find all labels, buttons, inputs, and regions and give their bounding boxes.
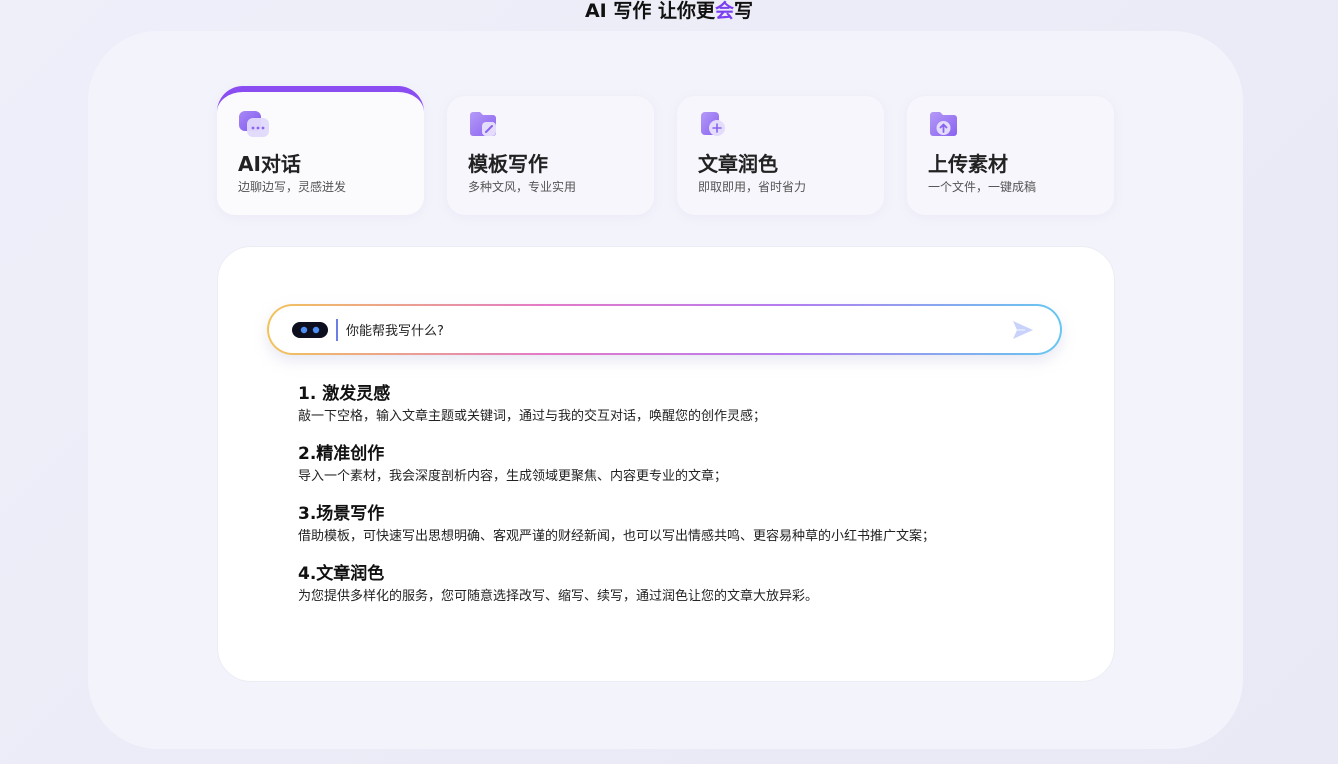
guide-item-title: 4.文章润色 — [298, 564, 385, 584]
page-title-end: 写 — [734, 0, 754, 22]
page-title-main: AI 写作 让你更 — [584, 0, 715, 22]
mode-card-polish[interactable]: 文章润色 即取即用，省时省力 — [677, 96, 884, 215]
mode-card-template-writing[interactable]: 模板写作 多种文风，专业实用 — [447, 96, 654, 215]
mode-card-title: 上传素材 — [928, 152, 1008, 176]
prompt-input[interactable] — [344, 318, 988, 344]
chat-bubble-icon — [239, 111, 269, 137]
page-title-accent: 会 — [714, 0, 734, 22]
robot-icon — [292, 322, 328, 338]
page-title: AI 写作 让你更会写 — [0, 0, 1338, 22]
guide-item-desc: 导入一个素材，我会深度剖析内容，生成领域更聚焦、内容更专业的文章； — [298, 469, 728, 484]
guide-item: 1. 激发灵感 敲一下空格，输入文章主题或关键词，通过与我的交互对话，唤醒您的创… — [298, 383, 1058, 443]
guide-item-title: 1. 激发灵感 — [298, 384, 391, 404]
guide-item-desc: 借助模板，可快速写出思想明确、客观严谨的财经新闻，也可以写出情感共鸣、更容易种草… — [298, 529, 936, 544]
usage-guide: 1. 激发灵感 敲一下空格，输入文章主题或关键词，通过与我的交互对话，唤醒您的创… — [298, 383, 1058, 623]
mode-card-subtitle: 边聊边写，灵感迸发 — [238, 180, 347, 194]
mode-card-subtitle: 一个文件，一键成稿 — [928, 180, 1037, 194]
guide-item: 3.场景写作 借助模板，可快速写出思想明确、客观严谨的财经新闻，也可以写出情感共… — [298, 503, 1058, 563]
text-caret — [336, 319, 338, 341]
polish-document-icon — [701, 112, 725, 136]
mode-card-subtitle: 即取即用，省时省力 — [698, 180, 807, 194]
guide-item-title: 2.精准创作 — [298, 444, 385, 464]
guide-item-title: 3.场景写作 — [298, 504, 385, 524]
mode-card-title: AI对话 — [238, 152, 301, 176]
prompt-box-inner — [269, 306, 1060, 353]
mode-card-ai-chat[interactable]: AI对话 边聊边写，灵感迸发 — [217, 86, 424, 215]
prompt-box[interactable] — [267, 304, 1062, 355]
mode-card-upload[interactable]: 上传素材 一个文件，一键成稿 — [907, 96, 1114, 215]
template-folder-icon — [470, 112, 496, 136]
mode-card-title: 模板写作 — [468, 152, 548, 176]
guide-item: 2.精准创作 导入一个素材，我会深度剖析内容，生成领域更聚焦、内容更专业的文章； — [298, 443, 1058, 503]
guide-item-desc: 为您提供多样化的服务，您可随意选择改写、缩写、续写，通过润色让您的文章大放异彩。 — [298, 589, 819, 604]
mode-card-title: 文章润色 — [698, 152, 778, 176]
guide-item: 4.文章润色 为您提供多样化的服务，您可随意选择改写、缩写、续写，通过润色让您的… — [298, 563, 1058, 623]
mode-card-subtitle: 多种文风，专业实用 — [468, 180, 577, 194]
guide-item-desc: 敲一下空格，输入文章主题或关键词，通过与我的交互对话，唤醒您的创作灵感； — [298, 409, 767, 424]
send-icon[interactable] — [1012, 320, 1034, 340]
upload-folder-icon — [930, 112, 957, 136]
